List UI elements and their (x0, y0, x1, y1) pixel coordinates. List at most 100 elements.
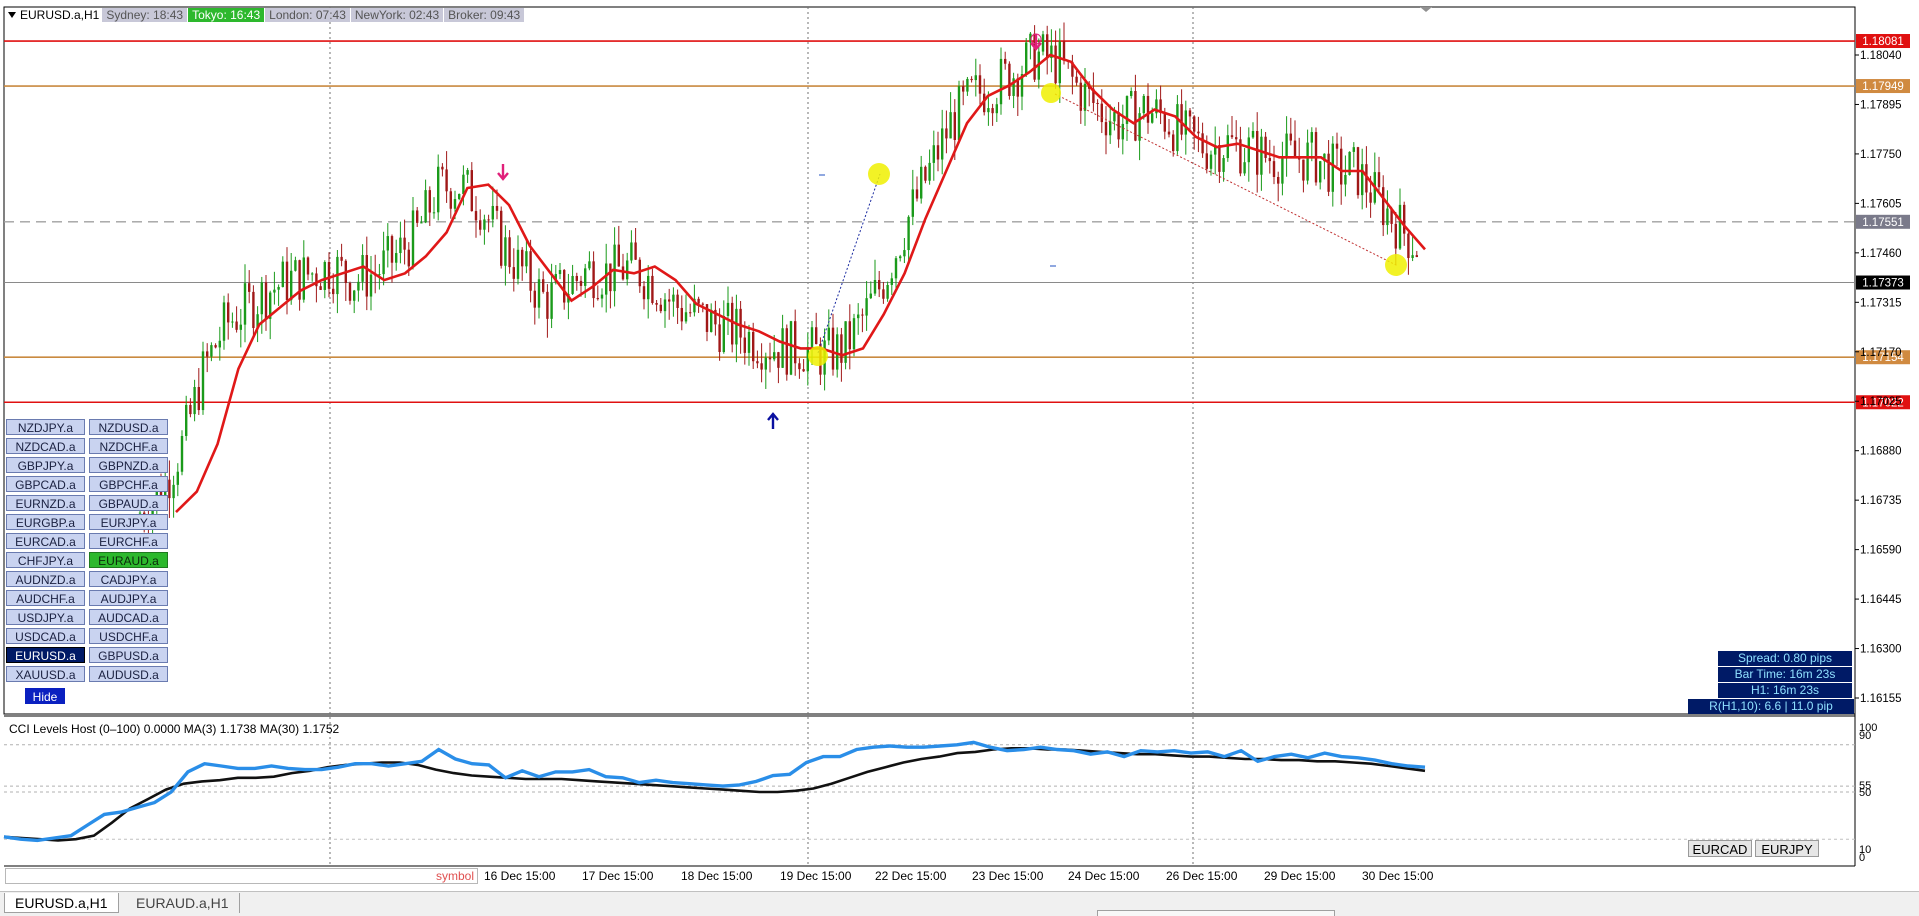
candle-body (756, 361, 759, 364)
symbol-button[interactable]: EURUSD.a (6, 647, 85, 663)
candle-body (323, 262, 326, 290)
price-tick-label: 1.16155 (1860, 693, 1902, 705)
symbol-button[interactable]: USDCAD.a (6, 628, 85, 644)
time-axis-label: 26 Dec 15:00 (1166, 869, 1238, 883)
candle-body (537, 279, 541, 308)
quick-button-eurjpy[interactable]: EURJPY (1755, 840, 1819, 857)
symbol-button[interactable]: EURAUD.a (89, 552, 168, 568)
candle-body (815, 327, 818, 345)
candle-body (630, 242, 633, 261)
candle-body (1180, 104, 1183, 135)
candle-body (1008, 63, 1011, 96)
candle-body (563, 270, 566, 303)
price-pane-frame (3, 6, 1856, 715)
candle-body (474, 211, 478, 221)
horizontal-scrollbar[interactable] (1097, 910, 1335, 916)
candle-body (365, 255, 368, 297)
symbol-button[interactable]: AUDCAD.a (89, 609, 168, 625)
chart-shift-marker[interactable] (1420, 7, 1432, 12)
symbol-button[interactable]: AUDJPY.a (89, 590, 168, 606)
quick-button-eurcad[interactable]: EURCAD (1688, 840, 1752, 857)
candle-body (411, 210, 415, 267)
symbol-button[interactable]: EURCAD.a (6, 533, 85, 549)
candle-body (264, 282, 268, 319)
candle-body (861, 314, 864, 316)
time-axis-label: 19 Dec 15:00 (780, 869, 852, 883)
candle-body (206, 351, 209, 357)
price-tick-label: 1.16445 (1860, 594, 1902, 606)
candle-body (1004, 58, 1007, 64)
candle-body (1243, 162, 1246, 174)
symbol-button[interactable]: XAUUSD.a (6, 666, 85, 682)
symbol-button[interactable]: CHFJPY.a (6, 552, 85, 568)
candle-body (197, 387, 200, 411)
candle-body (168, 479, 171, 499)
symbol-button[interactable]: CADJPY.a (89, 571, 168, 587)
tab-euraud[interactable]: EURAUD.a,H1 (126, 893, 240, 913)
symbol-button[interactable]: EURGBP.a (6, 514, 85, 530)
symbol-button[interactable]: GBPUSD.a (89, 647, 168, 663)
candle-body (781, 328, 784, 368)
timeframe-info: H1: 16m 23s (1718, 683, 1852, 698)
candle-body (596, 298, 599, 300)
collapse-triangle-icon[interactable] (8, 12, 16, 18)
symbol-button[interactable]: GBPAUD.a (89, 495, 168, 511)
candle-body (504, 237, 507, 266)
symbol-button[interactable]: NZDCAD.a (6, 438, 85, 454)
symbol-button[interactable]: EURNZD.a (6, 495, 85, 511)
tab-eurusd[interactable]: EURUSD.a,H1 (4, 893, 119, 913)
price-chart[interactable]: 1.180811.179491.175511.173731.171541.170… (0, 0, 1919, 900)
symbol-button[interactable]: GBPCHF.a (89, 476, 168, 492)
symbol-button[interactable]: NZDUSD.a (89, 419, 168, 435)
symbol-button[interactable]: USDJPY.a (6, 609, 85, 625)
price-axis-ticks: 1.18040 1.17895 1.17750 1.17605 1.17460 1.173… (1855, 50, 1902, 705)
candle-body (571, 275, 574, 294)
candle-body (1113, 112, 1116, 122)
time-axis-label: 30 Dec 15:00 (1362, 869, 1434, 883)
candle-body (697, 298, 700, 304)
candle-body (865, 298, 868, 316)
symbol-button[interactable]: EURCHF.a (89, 533, 168, 549)
price-tick-label: 1.17170 (1860, 347, 1902, 359)
candle-body (941, 128, 944, 160)
session-clock: Sydney: 18:43 (102, 8, 188, 22)
candle-body (827, 327, 830, 341)
candle-body (773, 352, 776, 360)
candle-body (1197, 131, 1200, 134)
candle-body (550, 282, 553, 319)
candle-body (626, 260, 629, 280)
symbol-button[interactable]: AUDNZD.a (6, 571, 85, 587)
symbol-button[interactable]: GBPJPY.a (6, 457, 85, 473)
candle-body (290, 270, 293, 301)
hide-button[interactable]: Hide (25, 688, 65, 704)
tab-bar: EURUSD.a,H1 EURAUD.a,H1 (0, 891, 1919, 916)
candle-body (764, 357, 767, 370)
symbol-button[interactable]: GBPCAD.a (6, 476, 85, 492)
symbol-button[interactable]: NZDJPY.a (6, 419, 85, 435)
symbol-button[interactable]: AUDCHF.a (6, 590, 85, 606)
candle-body (214, 345, 217, 348)
candle-body (663, 299, 667, 312)
symbol-button[interactable]: USDCHF.a (89, 628, 168, 644)
candle-body (831, 327, 835, 370)
price-tick-label: 1.16300 (1860, 644, 1902, 656)
candle-body (1310, 132, 1313, 143)
symbol-button[interactable]: GBPNZD.a (89, 457, 168, 473)
candle-body (243, 283, 247, 325)
symbol-button[interactable]: EURJPY.a (89, 514, 168, 530)
candle-body (676, 294, 679, 308)
session-clock: Broker: 09:43 (444, 8, 525, 22)
indicator-tick-label: 90 (1859, 730, 1871, 742)
candle-body (747, 331, 751, 353)
candle-body (760, 363, 763, 370)
symbol-button[interactable]: AUDUSD.a (89, 666, 168, 682)
candle-body (210, 345, 213, 357)
symbol-button[interactable]: NZDCHF.a (89, 438, 168, 454)
candle-body (1247, 137, 1250, 163)
symbol-input[interactable]: symbol (5, 868, 478, 884)
candle-body (1251, 131, 1255, 138)
candle-body (1377, 172, 1381, 188)
candle-body (483, 219, 486, 230)
price-levels[interactable]: 1.180811.179491.175511.173731.171541.170… (4, 34, 1910, 410)
candle-body (722, 316, 725, 353)
